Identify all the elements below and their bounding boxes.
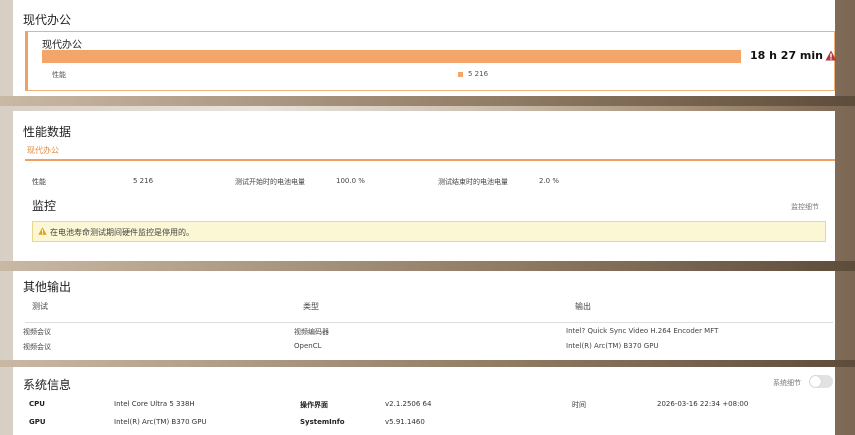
item-title: 现代办公 <box>42 40 82 51</box>
performance-value: 5 216 <box>468 70 489 78</box>
perf-value: 5 216 <box>133 177 154 185</box>
header-divider <box>25 322 833 323</box>
gpu-value: Intel(R) Arc(TM) B370 GPU <box>114 418 207 426</box>
system-info-card: 系统信息 系统细节 CPU Intel Core Ultra 5 338H 操作… <box>13 367 835 435</box>
background-strip <box>0 360 855 367</box>
background-strip <box>0 96 855 106</box>
monitoring-alert: 在电池寿命测试期间硬件监控是停用的。 <box>32 221 826 242</box>
table-cell: 视频会议 <box>23 343 51 351</box>
background-strip <box>0 261 855 271</box>
monitoring-details-link[interactable]: 监控细节 <box>791 202 819 212</box>
performance-data-card: 性能数据 现代办公 性能 5 216 测试开始时的电池电量 100.0 % 测试… <box>13 111 835 261</box>
table-cell: OpenCL <box>294 342 322 350</box>
column-header-type: 类型 <box>303 302 319 311</box>
performance-label: 性能 <box>52 71 66 79</box>
end-battery-value: 2.0 % <box>539 177 560 185</box>
tab-modern-office[interactable]: 现代办公 <box>27 145 59 156</box>
section-title: 其他输出 <box>23 280 72 294</box>
column-header-test: 测试 <box>32 302 48 311</box>
alert-text: 在电池寿命测试期间硬件监控是停用的。 <box>50 228 194 237</box>
legend-swatch <box>458 72 463 77</box>
section-title: 性能数据 <box>23 125 72 139</box>
systeminfo-label: SystemInfo <box>300 418 345 426</box>
warning-icon <box>825 50 837 61</box>
gpu-label: GPU <box>29 418 46 426</box>
time-value: 2026-03-16 22:34 +08:00 <box>657 400 749 408</box>
table-cell: 视频会议 <box>23 328 51 336</box>
tab-underline <box>25 159 835 161</box>
table-cell: Intel(R) Arc(TM) B370 GPU <box>566 342 659 350</box>
end-battery-label: 测试结束时的电池电量 <box>438 178 508 186</box>
perf-label: 性能 <box>32 178 46 186</box>
os-value: v2.1.2506 64 <box>385 400 432 408</box>
system-details-label: 系统细节 <box>773 379 801 387</box>
start-battery-label: 测试开始时的电池电量 <box>235 178 305 186</box>
duration-value: 18 h 27 min <box>750 49 823 62</box>
warning-icon <box>38 227 47 235</box>
toggle-knob <box>810 376 821 387</box>
time-label: 时间 <box>572 401 586 409</box>
monitoring-title: 监控 <box>32 199 57 213</box>
table-cell: 视频编码器 <box>294 328 329 336</box>
battery-result-item: 现代办公 18 h 27 min 性能 5 216 <box>25 31 837 91</box>
cpu-label: CPU <box>29 400 45 408</box>
systeminfo-value: v5.91.1460 <box>385 418 425 426</box>
cpu-value: Intel Core Ultra 5 338H <box>114 400 195 408</box>
start-battery-value: 100.0 % <box>336 177 365 185</box>
column-header-output: 输出 <box>575 302 591 311</box>
system-details-toggle[interactable] <box>809 375 833 388</box>
battery-result-card: 现代办公 现代办公 18 h 27 min 性能 5 216 <box>13 0 837 96</box>
section-title: 现代办公 <box>23 13 72 27</box>
table-cell: Intel? Quick Sync Video H.264 Encoder MF… <box>566 327 719 335</box>
section-title: 系统信息 <box>23 378 72 392</box>
other-output-card: 其他输出 测试 类型 输出 视频会议 视频编码器 Intel? Quick Sy… <box>13 271 835 360</box>
os-label: 操作界面 <box>300 401 328 409</box>
duration-bar <box>42 50 741 63</box>
